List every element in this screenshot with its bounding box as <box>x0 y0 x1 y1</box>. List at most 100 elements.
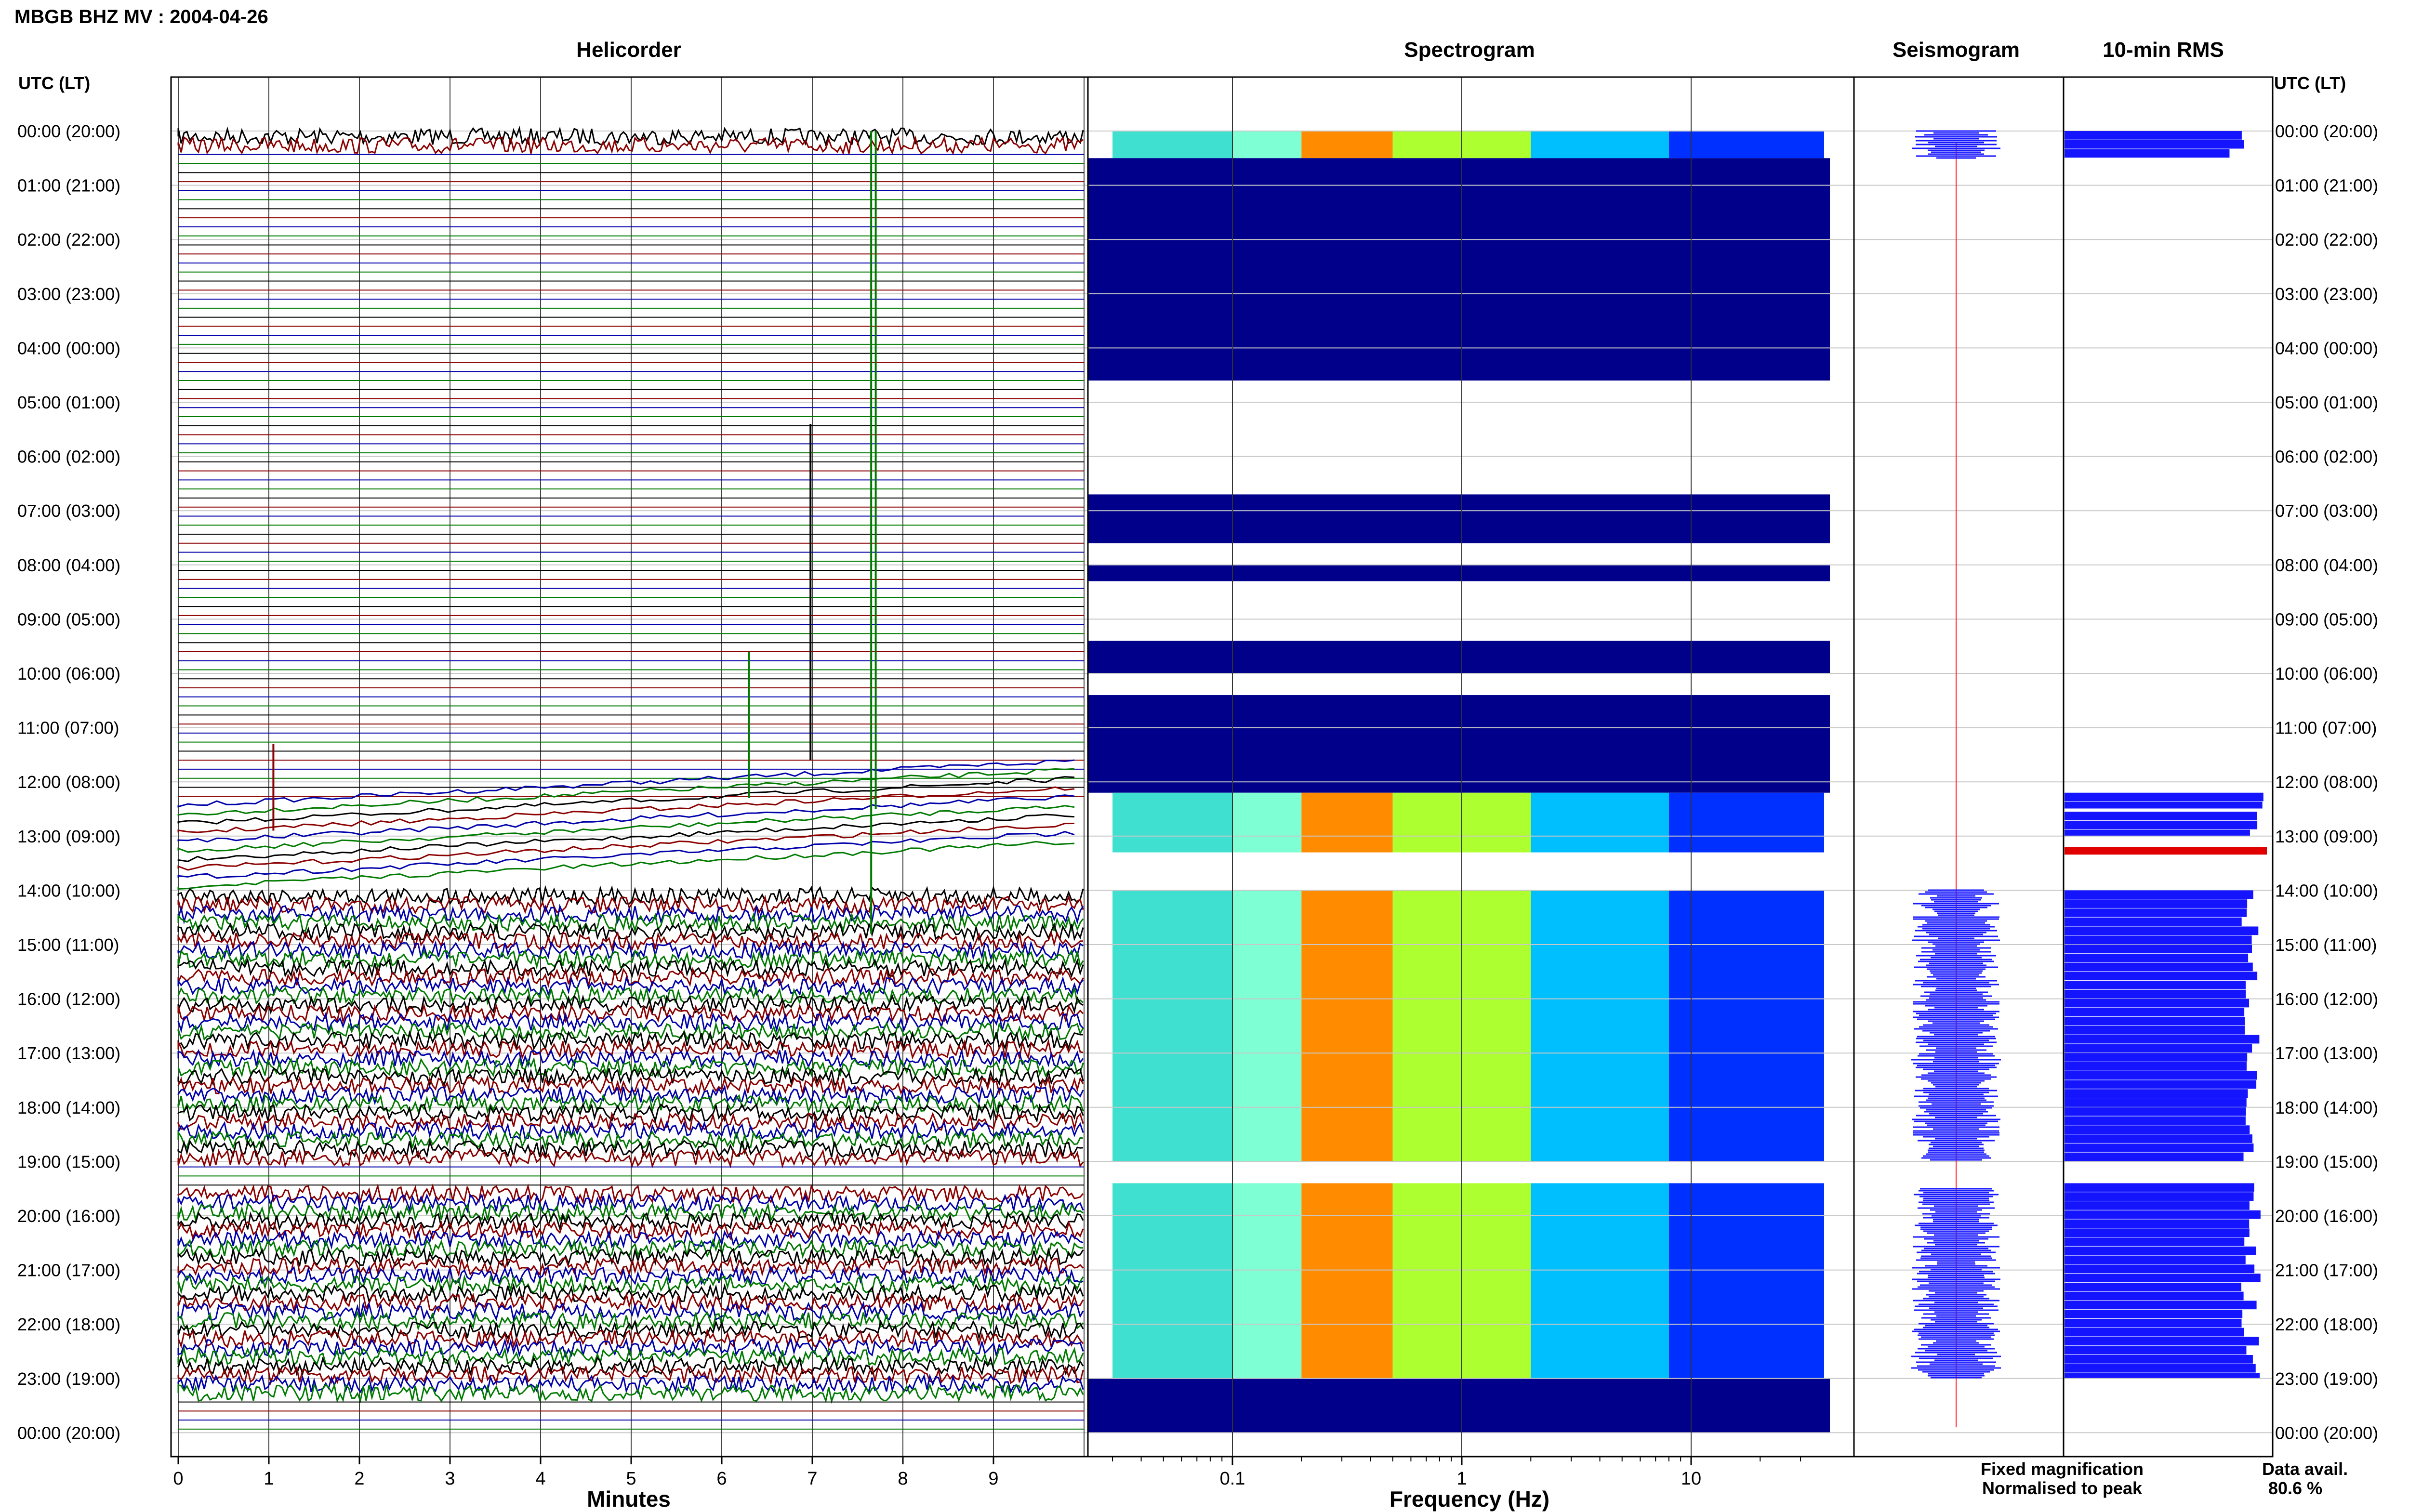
hour-label-left: 23:00 (19:00) <box>17 1369 120 1389</box>
spectrogram-block <box>1088 641 1830 673</box>
utc-lt-left-heading: UTC (LT) <box>18 73 90 93</box>
hour-label-left: 00:00 (20:00) <box>17 1423 120 1443</box>
rms-bar <box>2065 953 2249 962</box>
minute-tick-label: 3 <box>445 1469 455 1489</box>
freq-tick-label: 0.1 <box>1220 1469 1245 1489</box>
rms-bar <box>2065 820 2258 829</box>
rms-bar <box>2065 1107 2246 1116</box>
hour-label-left: 03:00 (23:00) <box>17 284 120 304</box>
rms-bar <box>2065 1080 2257 1089</box>
seismogram-frame <box>1853 76 2065 1458</box>
spectrogram-band <box>1668 792 1824 853</box>
hour-label-right: 02:00 (22:00) <box>2275 230 2378 250</box>
spectrogram-band <box>1112 131 1232 158</box>
spectrogram-band <box>1301 792 1393 853</box>
seismogram-trace <box>1911 889 2001 1161</box>
hour-label-left: 06:00 (02:00) <box>17 447 120 467</box>
hour-label-left: 22:00 (18:00) <box>17 1315 120 1334</box>
spectrogram-band <box>1531 1183 1669 1379</box>
rms-title: 10-min RMS <box>2103 38 2224 62</box>
rms-bar <box>2065 1255 2246 1264</box>
hour-label-right: 15:00 (11:00) <box>2275 935 2377 955</box>
rms-bar <box>2065 1098 2247 1107</box>
rms-bar <box>2065 926 2259 935</box>
hour-label-right: 21:00 (17:00) <box>2275 1261 2378 1280</box>
spectrogram-band <box>1531 890 1669 1162</box>
hour-label-right: 18:00 (14:00) <box>2275 1098 2378 1118</box>
hour-label-right: 14:00 (10:00) <box>2275 881 2378 900</box>
hour-label-left: 14:00 (10:00) <box>17 881 120 900</box>
rms-bar <box>2065 1291 2244 1301</box>
minute-tick-label: 0 <box>173 1469 183 1489</box>
spectrogram-block <box>1088 158 1830 381</box>
hour-label-left: 17:00 (13:00) <box>17 1043 120 1063</box>
spectrogram-band <box>1112 1183 1232 1379</box>
rms-bar <box>2065 1301 2257 1310</box>
hour-label-right: 19:00 (15:00) <box>2275 1152 2378 1171</box>
rms-bar <box>2065 1328 2244 1337</box>
hour-label-left: 09:00 (05:00) <box>17 609 120 629</box>
rms-bar <box>2065 1125 2250 1134</box>
freq-tick-label: 1 <box>1456 1469 1467 1489</box>
rms-bar <box>2065 1237 2245 1246</box>
spectrogram-band <box>1301 1183 1393 1379</box>
data-availability-value: 80.6 % <box>2268 1478 2322 1498</box>
spectrogram-band <box>1301 131 1393 158</box>
helicorder-trace <box>177 776 1075 825</box>
hour-label-left: 05:00 (01:00) <box>17 393 120 412</box>
rms-bar <box>2065 962 2253 972</box>
rms-bar <box>2065 908 2247 917</box>
spectrogram-band <box>1531 131 1669 158</box>
hour-label-left: 11:00 (07:00) <box>17 718 119 738</box>
hour-label-left: 00:00 (20:00) <box>17 121 120 141</box>
hour-label-left: 19:00 (15:00) <box>17 1152 120 1171</box>
seismogram-title: Seismogram <box>1893 38 2020 62</box>
minute-tick-label: 8 <box>898 1469 908 1489</box>
rms-bar <box>2065 1008 2245 1017</box>
minute-tick-label: 2 <box>354 1469 364 1489</box>
spectrogram-block <box>1088 695 1830 793</box>
hour-label-left: 08:00 (04:00) <box>17 555 120 575</box>
hour-label-left: 18:00 (14:00) <box>17 1098 120 1118</box>
hour-label-right: 01:00 (21:00) <box>2275 176 2378 196</box>
rms-bar <box>2065 1062 2247 1071</box>
rms-bar <box>2065 917 2242 926</box>
hour-label-right: 06:00 (02:00) <box>2275 447 2378 467</box>
rms-bar <box>2065 802 2263 809</box>
seismogram-trace <box>1912 130 2000 159</box>
hour-label-right: 00:00 (20:00) <box>2275 121 2378 141</box>
hour-label-left: 13:00 (09:00) <box>17 827 120 846</box>
minute-tick-label: 9 <box>988 1469 998 1489</box>
freq-tick-label: 10 <box>1681 1469 1701 1489</box>
rms-bar <box>2065 981 2246 989</box>
rms-bar <box>2065 149 2230 158</box>
rms-bar <box>2065 1310 2243 1318</box>
hour-label-right: 08:00 (04:00) <box>2275 555 2378 575</box>
spectrogram-band <box>1232 1183 1302 1379</box>
helicorder-trace <box>177 841 1075 890</box>
minute-tick-label: 6 <box>716 1469 727 1489</box>
minutes-axis-label: Minutes <box>587 1486 671 1512</box>
rms-bar <box>2065 829 2250 836</box>
rms-bar <box>2065 1071 2257 1080</box>
rms-bar <box>2065 945 2252 953</box>
spectrogram-title: Spectrogram <box>1404 38 1535 62</box>
hour-label-right: 13:00 (09:00) <box>2275 827 2378 846</box>
minute-tick-label: 4 <box>535 1469 545 1489</box>
spectrogram-band <box>1232 792 1302 853</box>
hour-label-right: 23:00 (19:00) <box>2275 1369 2378 1389</box>
hour-label-left: 04:00 (00:00) <box>17 338 120 358</box>
hour-label-right: 20:00 (16:00) <box>2275 1206 2378 1226</box>
hour-label-left: 12:00 (08:00) <box>17 772 120 792</box>
rms-bar <box>2065 1035 2260 1044</box>
rms-bar <box>2065 1134 2252 1143</box>
hour-label-right: 10:00 (06:00) <box>2275 664 2378 684</box>
rms-bar <box>2065 1026 2245 1035</box>
spectrogram-band <box>1112 792 1232 853</box>
hour-label-left: 01:00 (21:00) <box>17 176 120 196</box>
hour-label-right: 16:00 (12:00) <box>2275 989 2378 1009</box>
rms-bar <box>2065 1274 2261 1282</box>
helicorder-trace <box>177 805 1075 853</box>
rms-bar <box>2065 140 2244 149</box>
rms-bar <box>2065 899 2248 908</box>
